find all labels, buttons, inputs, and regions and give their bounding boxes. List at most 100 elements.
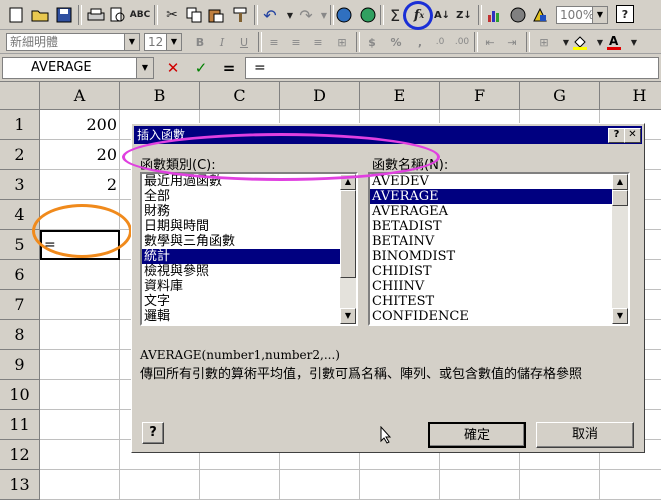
- sort-descending-icon[interactable]: Z↓: [454, 5, 474, 25]
- cell-a5[interactable]: =: [40, 230, 120, 260]
- print-preview-icon[interactable]: [108, 5, 128, 25]
- save-icon[interactable]: [54, 5, 74, 25]
- cell-g13[interactable]: [520, 470, 600, 500]
- category-item[interactable]: 統計: [142, 249, 356, 264]
- map-icon[interactable]: [508, 5, 528, 25]
- row-header-1[interactable]: 1: [0, 110, 40, 140]
- open-folder-icon[interactable]: [30, 5, 50, 25]
- row-header-5[interactable]: 5: [0, 230, 40, 260]
- new-document-icon[interactable]: [6, 5, 26, 25]
- align-center-icon[interactable]: ≡: [286, 32, 306, 52]
- cell-h13[interactable]: [600, 470, 661, 500]
- undo-icon[interactable]: ↶: [260, 5, 280, 25]
- autosum-button[interactable]: Σ: [385, 5, 405, 25]
- row-header-4[interactable]: 4: [0, 200, 40, 230]
- function-listbox[interactable]: AVEDEV AVERAGE AVERAGEA BETADIST BETAINV BINO…: [368, 172, 630, 326]
- cell-a13[interactable]: [40, 470, 120, 500]
- ok-button[interactable]: 確定: [428, 422, 526, 448]
- insert-function-button[interactable]: fx: [409, 5, 429, 25]
- column-header-h[interactable]: H: [600, 82, 661, 110]
- row-header-10[interactable]: 10: [0, 380, 40, 410]
- category-item[interactable]: 日期與時間: [142, 219, 356, 234]
- row-header-12[interactable]: 12: [0, 440, 40, 470]
- font-name-select[interactable]: 新細明體 ▼: [6, 33, 140, 51]
- cell-f13[interactable]: [440, 470, 520, 500]
- dialog-title-bar[interactable]: 插入函數 ? ✕: [134, 126, 642, 144]
- redo-icon[interactable]: ↷: [296, 5, 316, 25]
- function-item[interactable]: BETADIST: [370, 219, 628, 234]
- row-header-3[interactable]: 3: [0, 170, 40, 200]
- cut-icon[interactable]: ✂: [162, 5, 182, 25]
- function-item[interactable]: AVERAGE: [370, 189, 628, 204]
- office-assistant-button[interactable]: ?: [142, 422, 164, 444]
- decrease-indent-icon[interactable]: ⇤: [480, 32, 500, 52]
- cell-a4[interactable]: [40, 200, 120, 230]
- cell-d13[interactable]: [280, 470, 360, 500]
- scroll-up-icon[interactable]: ▲: [612, 174, 628, 190]
- font-color-icon[interactable]: A: [604, 32, 624, 52]
- chevron-down-icon[interactable]: ▼: [624, 32, 644, 52]
- scroll-down-icon[interactable]: ▼: [340, 308, 356, 324]
- cell-a1[interactable]: 200: [40, 110, 120, 140]
- cell-a9[interactable]: [40, 350, 120, 380]
- chart-wizard-icon[interactable]: [484, 5, 504, 25]
- column-header-a[interactable]: A: [40, 82, 120, 110]
- edit-formula-button[interactable]: =: [218, 58, 240, 78]
- drawing-icon[interactable]: [530, 5, 550, 25]
- enter-formula-button[interactable]: ✓: [190, 58, 212, 78]
- cell-a11[interactable]: [40, 410, 120, 440]
- sort-ascending-icon[interactable]: A↓: [432, 5, 452, 25]
- print-icon[interactable]: [86, 5, 106, 25]
- select-all-corner[interactable]: [0, 82, 40, 110]
- help-button[interactable]: ?: [616, 5, 634, 23]
- cell-c13[interactable]: [200, 470, 280, 500]
- row-header-7[interactable]: 7: [0, 290, 40, 320]
- cell-a12[interactable]: [40, 440, 120, 470]
- function-item[interactable]: AVERAGEA: [370, 204, 628, 219]
- function-item[interactable]: AVEDEV: [370, 174, 628, 189]
- italic-button[interactable]: I: [212, 32, 232, 52]
- column-header-b[interactable]: B: [120, 82, 200, 110]
- category-listbox[interactable]: 最近用過函數 全部 財務 日期與時間 數學與三角函數 統計 檢視與參照 資料庫 文字 邏輯 ▲ ▼: [140, 172, 358, 326]
- zoom-select[interactable]: 100% ▼: [556, 6, 608, 24]
- increase-indent-icon[interactable]: ⇥: [502, 32, 522, 52]
- hyperlink-icon[interactable]: [334, 5, 354, 25]
- function-item[interactable]: BINOMDIST: [370, 249, 628, 264]
- underline-button[interactable]: U: [234, 32, 254, 52]
- row-header-11[interactable]: 11: [0, 410, 40, 440]
- function-scrollbar[interactable]: ▲ ▼: [612, 174, 628, 324]
- column-header-g[interactable]: G: [520, 82, 600, 110]
- currency-button[interactable]: $: [362, 32, 382, 52]
- function-item[interactable]: CHITEST: [370, 294, 628, 309]
- column-header-f[interactable]: F: [440, 82, 520, 110]
- copy-icon[interactable]: [184, 5, 204, 25]
- category-item[interactable]: 最近用過函數: [142, 174, 356, 189]
- borders-icon[interactable]: ⊞: [534, 32, 554, 52]
- web-toolbar-icon[interactable]: [358, 5, 378, 25]
- decrease-decimal-icon[interactable]: .00: [452, 32, 472, 52]
- cell-b13[interactable]: [120, 470, 200, 500]
- font-size-select[interactable]: 12 ▼: [144, 33, 182, 51]
- scroll-down-icon[interactable]: ▼: [612, 308, 628, 324]
- category-item[interactable]: 數學與三角函數: [142, 234, 356, 249]
- comma-button[interactable]: ,: [410, 32, 430, 52]
- row-header-2[interactable]: 2: [0, 140, 40, 170]
- cell-a6[interactable]: [40, 260, 120, 290]
- category-item[interactable]: 資料庫: [142, 279, 356, 294]
- dialog-close-button[interactable]: ✕: [624, 128, 641, 143]
- cell-a7[interactable]: [40, 290, 120, 320]
- function-item[interactable]: BETAINV: [370, 234, 628, 249]
- increase-decimal-icon[interactable]: .0: [430, 32, 450, 52]
- category-item[interactable]: 財務: [142, 204, 356, 219]
- format-painter-icon[interactable]: [230, 5, 250, 25]
- percent-button[interactable]: %: [386, 32, 406, 52]
- column-header-d[interactable]: D: [280, 82, 360, 110]
- align-left-icon[interactable]: ≡: [264, 32, 284, 52]
- row-header-6[interactable]: 6: [0, 260, 40, 290]
- row-header-9[interactable]: 9: [0, 350, 40, 380]
- scroll-up-icon[interactable]: ▲: [340, 174, 356, 190]
- formula-input[interactable]: =: [245, 57, 659, 79]
- dialog-help-button[interactable]: ?: [608, 128, 625, 143]
- category-item[interactable]: 文字: [142, 294, 356, 309]
- paste-icon[interactable]: [206, 5, 226, 25]
